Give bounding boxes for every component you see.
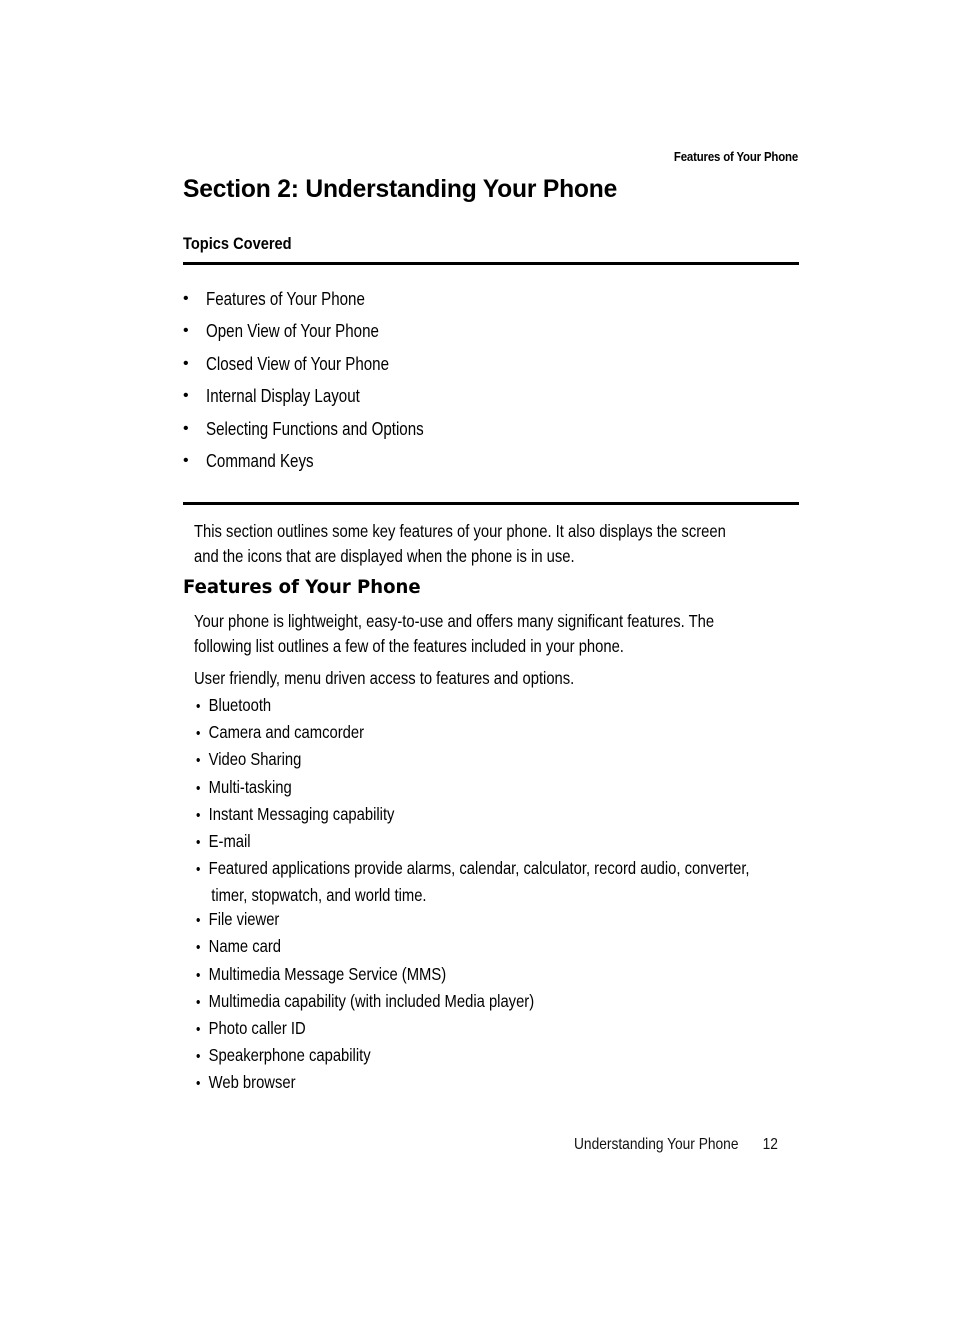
bullet-icon: • [183, 419, 189, 437]
feature-label: Multimedia capability (with included Med… [208, 990, 535, 1011]
bullet-icon: • [196, 833, 201, 851]
bullet-icon: • [196, 698, 201, 715]
intro-line-1: This section outlines some key features … [194, 521, 726, 541]
feature-label: Speakerphone capability [208, 1045, 371, 1066]
bullet-icon: • [183, 387, 189, 405]
topics-list: • Features of Your Phone • Open View of … [183, 288, 465, 482]
feature-label: Camera and camcorder [208, 722, 365, 743]
feature-item: • Video Sharing [196, 747, 750, 774]
feature-item: • Instant Messaging capability [196, 802, 750, 829]
feature-item: • Featured applications provide alarms, c… [196, 856, 750, 907]
topic-item: • Closed View of Your Phone [183, 353, 465, 385]
topic-label: Selecting Functions and Options [206, 418, 424, 439]
manual-page: Features of Your Phone Section 2: Unders… [0, 0, 954, 1319]
bullet-icon: • [196, 779, 201, 797]
intro-paragraph: This section outlines some key features … [194, 519, 726, 568]
feature-label: E-mail [208, 830, 251, 851]
feature-item: • File viewer [196, 907, 750, 934]
feature-item: • E-mail [196, 829, 750, 856]
bullet-icon: • [183, 354, 189, 372]
bullet-icon: • [183, 451, 189, 469]
bullet-icon: • [183, 322, 189, 340]
bullet-icon: • [196, 966, 201, 984]
feature-label: Multimedia Message Service (MMS) [208, 963, 447, 984]
topic-item: • Internal Display Layout [183, 385, 465, 417]
feature-label: Instant Messaging capability [208, 803, 395, 824]
bullet-icon: • [196, 806, 201, 824]
topic-label: Internal Display Layout [206, 386, 360, 407]
feature-item: • Web browser [196, 1070, 750, 1097]
running-head: Features of Your Phone [673, 149, 798, 164]
features-paragraph: Your phone is lightweight, easy-to-use a… [194, 609, 714, 658]
topics-bottom-rule [183, 502, 799, 505]
bullet-icon: • [196, 912, 201, 930]
features-list: • Bluetooth • Camera and camcorder • Video … [196, 693, 750, 1097]
features-lead: User friendly, menu driven access to fea… [194, 668, 575, 688]
feature-label: File viewer [208, 909, 280, 930]
topic-label: Open View of Your Phone [206, 321, 379, 342]
features-para-line-1: Your phone is lightweight, easy-to-use a… [194, 611, 715, 631]
topic-label: Command Keys [206, 450, 314, 471]
page-footer: Understanding Your Phone 12 [574, 1136, 778, 1154]
feature-label: Name card [208, 936, 282, 957]
feature-label: Photo caller ID [208, 1017, 306, 1038]
bullet-icon: • [196, 993, 201, 1011]
bullet-icon: • [183, 290, 189, 307]
footer-title: Understanding Your Phone [574, 1136, 739, 1153]
topics-top-rule [183, 262, 799, 265]
bullet-icon: • [196, 861, 201, 879]
bullet-icon: • [196, 1048, 201, 1066]
page-number: 12 [762, 1136, 778, 1153]
feature-label: Featured applications provide alarms, ca… [208, 858, 750, 879]
feature-item: • Speakerphone capability [196, 1043, 750, 1070]
topic-item: • Open View of Your Phone [183, 320, 465, 352]
feature-item: • Bluetooth [196, 693, 750, 720]
bullet-icon: • [196, 1020, 201, 1038]
features-heading: Features of Your Phone [183, 576, 421, 598]
feature-label: Video Sharing [208, 749, 302, 770]
bullet-icon: • [196, 1075, 201, 1093]
feature-label: Bluetooth [208, 695, 272, 715]
feature-item: • Photo caller ID [196, 1016, 750, 1043]
feature-label: Web browser [208, 1072, 296, 1093]
intro-line-2: and the icons that are displayed when th… [194, 545, 575, 566]
feature-item: • Multimedia Message Service (MMS) [196, 962, 750, 989]
feature-label-continuation: timer, stopwatch, and world time. [211, 884, 427, 905]
bullet-icon: • [196, 752, 201, 770]
topic-item: • Selecting Functions and Options [183, 418, 465, 450]
topics-covered-heading: Topics Covered [183, 234, 292, 253]
bullet-icon: • [196, 939, 201, 957]
feature-item: • Camera and camcorder [196, 720, 750, 747]
feature-item: • Multi-tasking [196, 775, 750, 802]
topic-item: • Features of Your Phone [183, 288, 465, 320]
topic-item: • Command Keys [183, 450, 465, 482]
topic-label: Closed View of Your Phone [206, 353, 389, 374]
section-title: Section 2: Understanding Your Phone [183, 175, 618, 203]
feature-label: Multi-tasking [208, 776, 292, 797]
features-para-line-2: following list outlines a few of the fea… [194, 635, 624, 656]
bullet-icon: • [196, 725, 201, 743]
feature-item: • Multimedia capability (with included Me… [196, 989, 750, 1016]
feature-item: • Name card [196, 934, 750, 961]
topic-label: Features of Your Phone [206, 289, 365, 309]
